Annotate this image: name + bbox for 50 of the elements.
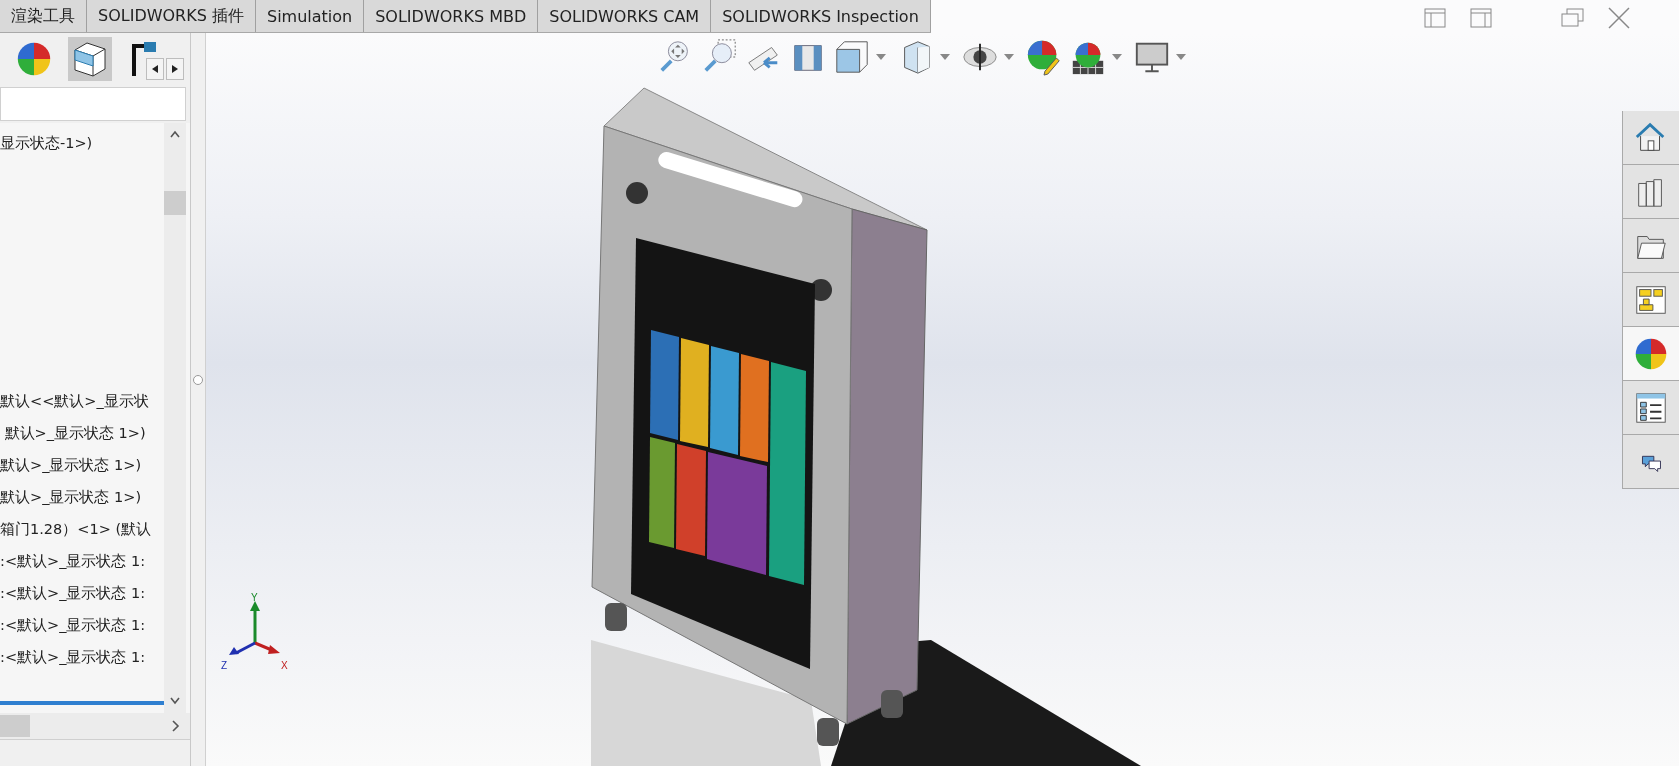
display-pane-button[interactable] [68,37,112,81]
tree-item[interactable]: 默认>_显示状态 1>) [0,449,164,481]
task-pane-tab[interactable] [1623,273,1679,327]
y-axis-label: Y [251,593,258,603]
tree-item[interactable]: 箱门1.28）<1> (默认 [0,513,164,545]
scroll-down-icon [170,695,180,707]
ribbon-tab[interactable]: SOLIDWORKS MBD [364,0,539,32]
tree-item[interactable]: 显示状态-1>) [0,127,164,159]
edit-appearance-icon [1025,38,1063,76]
ribbon-tab[interactable]: SOLIDWORKS Inspection [711,0,931,32]
caret-icon[interactable] [1176,54,1186,60]
tree-item[interactable]: 默认>_显示状态 1>) [0,481,164,513]
scroll-left-button[interactable] [146,58,164,80]
filter-field[interactable] [0,87,186,121]
tree-item[interactable]: 默认<<默认>_显示状 [0,385,164,417]
tree-item[interactable]: :<默认>_显示状态 1: [0,641,164,673]
scroll-right-button[interactable] [166,58,184,80]
tree-item[interactable]: :<默认>_显示状态 1: [0,545,164,577]
axis-triad-drawing [229,601,280,655]
left-arrow-icon [152,65,158,73]
splitter-handle[interactable] [193,374,203,385]
horizontal-scrollbar[interactable] [0,713,190,740]
scrollbar-thumb[interactable] [164,191,186,215]
task-pane-tab[interactable] [1623,219,1679,273]
scrollbar-thumb[interactable] [0,715,30,737]
vertical-scrollbar[interactable] [164,123,186,713]
x-axis-label: X [281,660,288,671]
view-orientation-icon [833,38,871,76]
right-arrow-icon [172,65,178,73]
appearance-sphere-icon [1634,336,1668,371]
caret-icon[interactable] [1112,54,1122,60]
caret-icon[interactable] [940,54,950,60]
task-pane-tab[interactable] [1623,381,1679,435]
ribbon-tab[interactable]: 渲染工具 [0,0,87,32]
caret-icon[interactable] [876,54,886,60]
z-axis-label: Z [221,660,228,671]
task-pane-tab[interactable] [1623,327,1679,381]
color-sphere-icon [16,41,52,77]
task-pane-tab[interactable] [1623,165,1679,219]
ribbon-tab[interactable]: Simulation [255,0,365,32]
ribbon-tab[interactable]: SOLIDWORKS CAM [538,0,712,32]
tree-item[interactable]: :<默认>_显示状态 1: [0,577,164,609]
ribbon-tab[interactable]: SOLIDWORKS 插件 [87,0,256,32]
task-pane-tab[interactable] [1623,111,1679,165]
cube-icon [71,40,109,78]
tree-item[interactable]: :<默认>_显示状态 1: [0,609,164,641]
task-pane-tab[interactable] [1623,435,1679,489]
tree-item[interactable]: 默认>_显示状态 1>) [0,417,164,449]
scroll-right-icon [170,720,180,732]
caret-icon[interactable] [1004,54,1014,60]
